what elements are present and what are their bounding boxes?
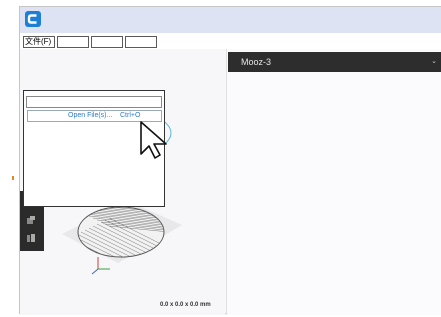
3d-viewport[interactable]: 0.0 x 0.0 x 0.0 mm Open File(s)... Ctrl+… <box>20 49 225 315</box>
rotate-tool-icon[interactable] <box>26 233 36 243</box>
orange-marker <box>12 176 14 180</box>
machine-select[interactable]: Mooz-3 ⌄ <box>228 52 441 72</box>
menu-item-4[interactable] <box>125 36 157 48</box>
menu-file[interactable]: 文件(F) <box>23 36 55 48</box>
app-window: 文件(F) 0.0 x 0.0 x 0.0 mm Open File(s)...… <box>19 6 441 315</box>
menu-item-2[interactable] <box>57 36 89 48</box>
app-logo-icon <box>25 11 41 27</box>
title-bar <box>20 7 441 33</box>
machine-name: Mooz-3 <box>241 57 272 67</box>
open-files-label: Open File(s)... <box>68 112 113 119</box>
chevron-down-icon: ⌄ <box>431 58 437 65</box>
mouse-cursor-icon <box>140 121 167 159</box>
axis-z <box>91 268 99 275</box>
scale-tool-icon[interactable] <box>26 215 36 225</box>
model-dimensions: 0.0 x 0.0 x 0.0 mm <box>160 302 211 308</box>
dropdown-blank-item <box>26 96 162 108</box>
menu-item-3[interactable] <box>91 36 123 48</box>
right-panel: Mooz-3 ⌄ <box>226 49 441 315</box>
menu-bar: 文件(F) <box>20 33 441 49</box>
